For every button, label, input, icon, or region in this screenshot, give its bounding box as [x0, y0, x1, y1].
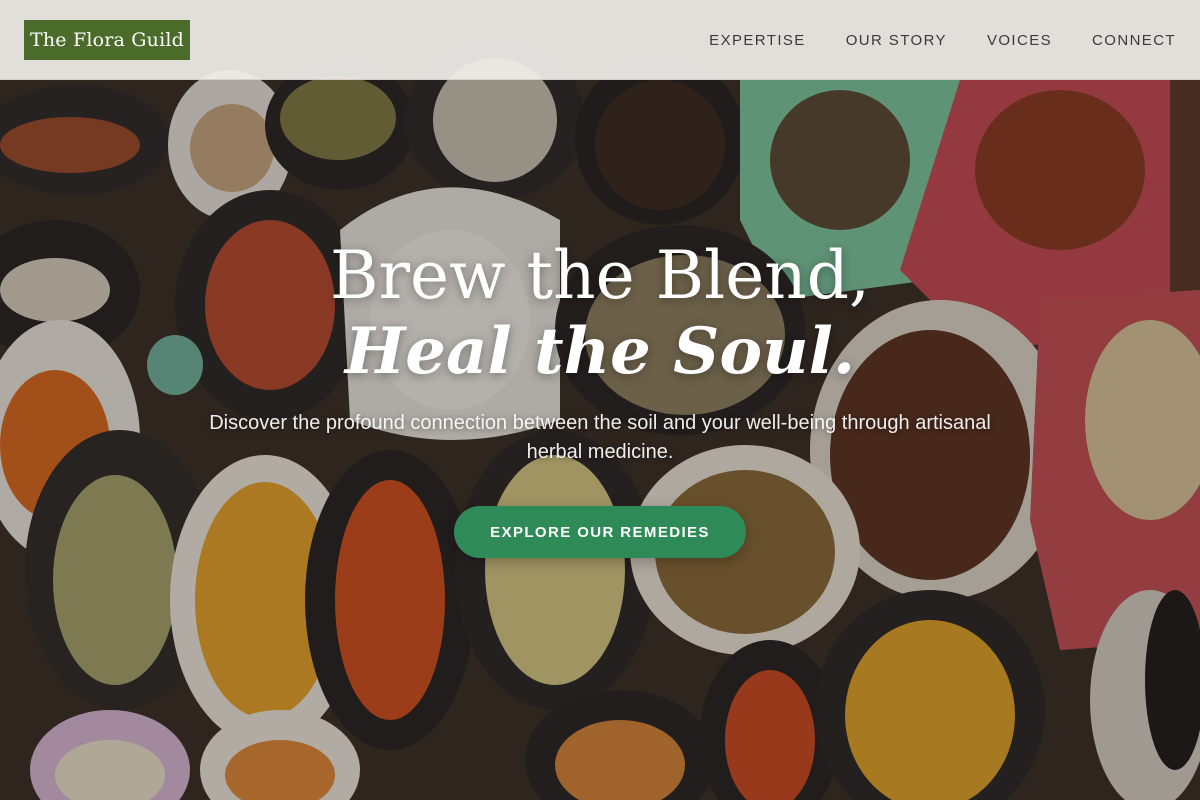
- brand-logo[interactable]: The Flora Guild: [24, 20, 190, 60]
- nav-link-our-story[interactable]: OUR STORY: [846, 32, 947, 49]
- hero-title-line2: Heal the Soul.: [344, 314, 856, 389]
- main-nav: EXPERTISE OUR STORY VOICES CONNECT: [709, 0, 1176, 80]
- nav-link-expertise[interactable]: EXPERTISE: [709, 32, 806, 49]
- site-header: The Flora Guild EXPERTISE OUR STORY VOIC…: [0, 0, 1200, 80]
- nav-link-voices[interactable]: VOICES: [987, 32, 1052, 49]
- explore-remedies-button[interactable]: EXPLORE OUR REMEDIES: [454, 506, 746, 558]
- hero-title-line1: Brew the Blend,: [329, 237, 871, 314]
- hero-subtitle: Discover the profound connection between…: [209, 412, 991, 463]
- hero-section: The Flora Guild EXPERTISE OUR STORY VOIC…: [0, 0, 1200, 800]
- nav-link-connect[interactable]: CONNECT: [1092, 32, 1176, 49]
- hero-dim-overlay: [0, 0, 1200, 800]
- hero-headline: Brew the Blend, Heal the Soul.: [0, 236, 1200, 388]
